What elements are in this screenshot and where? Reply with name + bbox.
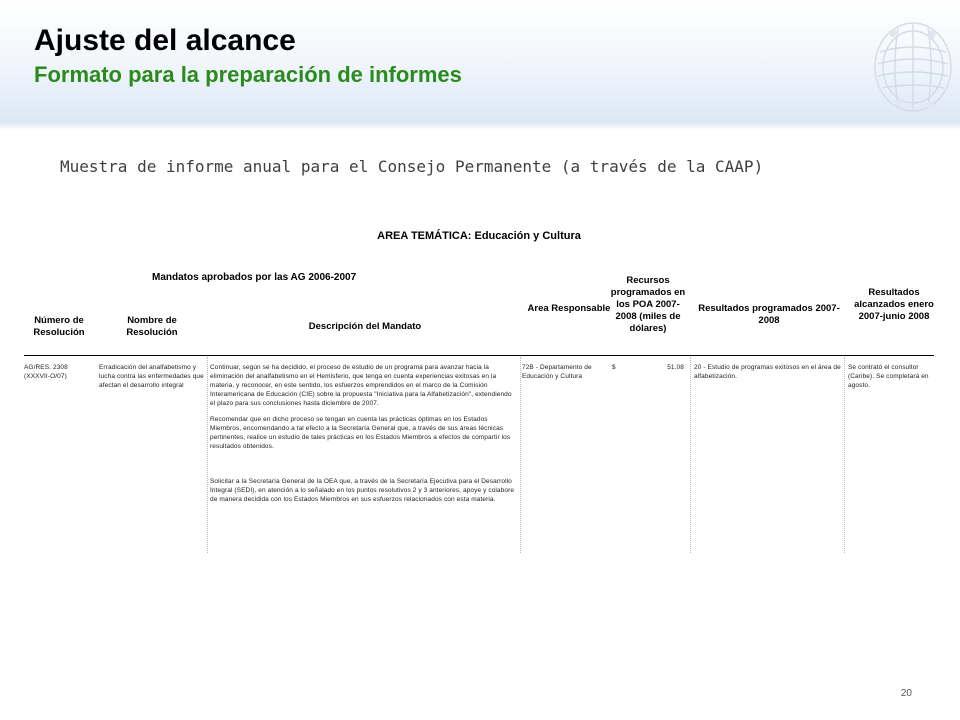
cell-recursos: 51.08 — [667, 364, 684, 371]
cell-numero: AG/RES. 2308 (XXXVII-O/07) — [24, 364, 68, 380]
column-divider — [520, 357, 521, 553]
mandate-paragraph: Solicitar a la Secretaría General de la … — [210, 478, 515, 503]
column-divider — [844, 357, 845, 553]
header-descripcion: Descripción del Mandato — [308, 321, 422, 332]
mandate-paragraph: Continuar, según se ha decidido, el proc… — [210, 364, 512, 407]
slide-subtitle: Formato para la preparación de informes — [34, 62, 462, 87]
cell-nombre: Erradicación del analfabetismo y lucha c… — [99, 364, 204, 389]
header-numero: Número de Resolución — [33, 315, 85, 338]
cell-resultados-programados: 20 - Estudio de programas exitosos en el… — [694, 364, 841, 380]
cell-descripcion: Continuar, según se ha decidido, el proc… — [210, 363, 516, 511]
cell-resultados-alcanzados: Se contrató el consultor (Caribe). Se co… — [848, 364, 929, 389]
cell-currency: $ — [612, 364, 616, 371]
mandate-paragraph: Recomendar que en dicho proceso se tenga… — [210, 416, 511, 450]
oas-emblem-icon — [874, 22, 952, 112]
header-resultados-programados: Resultados programados 2007-2008 — [698, 303, 840, 326]
header-recursos: Recursos programados en los POA 2007-200… — [610, 275, 686, 334]
report-title: AREA TEMÁTICA: Educación y Cultura — [377, 230, 581, 242]
header-nombre: Nombre de Resolución — [126, 315, 178, 338]
column-divider — [207, 357, 208, 553]
slide-title: Ajuste del alcance — [34, 24, 296, 57]
header-rule — [24, 355, 934, 356]
mandatos-label: Mandatos aprobados por las AG 2006-2007 — [152, 272, 357, 283]
intro-text: Muestra de informe anual para el Consejo… — [60, 157, 764, 176]
page-number: 20 — [900, 688, 912, 699]
cell-area: 72B - Departamento de Educación y Cultur… — [522, 364, 592, 380]
header-area: Area Responsable — [527, 303, 611, 314]
column-divider — [690, 357, 691, 553]
report-table: AREA TEMÁTICA: Educación y Cultura Manda… — [24, 225, 934, 555]
header-resultados-alcanzados: Resultados alcanzados enero 2007-junio 2… — [854, 287, 934, 322]
